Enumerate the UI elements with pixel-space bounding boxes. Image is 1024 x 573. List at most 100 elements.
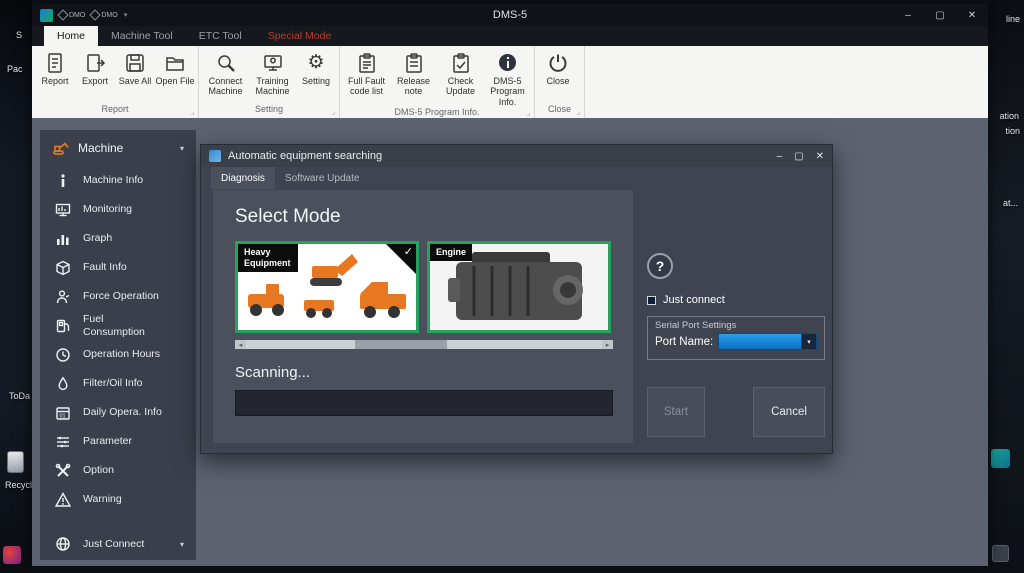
sidebar-item-label: Graph [83,232,112,244]
desktop-fragment-label: ToDa [9,391,30,401]
report-button[interactable]: Report [35,47,75,104]
parameter-list-icon [52,434,74,450]
tab-software-update[interactable]: Software Update [275,167,370,189]
serial-port-settings-label: Serial Port Settings [655,320,736,331]
sidebar-footer-just-connect[interactable]: Just Connect ▾ [40,530,196,554]
sidebar-item-force-operation[interactable]: Force Operation [40,282,196,311]
tab-diagnosis[interactable]: Diagnosis [211,167,275,189]
card-label: Engine [430,244,472,261]
sidebar-item-label: Warning [83,493,122,505]
sidebar-item-daily-operation-info[interactable]: 01 Daily Opera. Info [40,398,196,427]
dialog-close-button[interactable]: ✕ [816,151,824,162]
maximize-button[interactable]: ▢ [924,4,956,26]
sidebar-item-machine-info[interactable]: Machine Info [40,166,196,195]
mode-card-engine[interactable]: Engine ✓ [427,241,611,333]
card-label: Heavy Equipment [238,244,298,272]
automatic-equipment-searching-dialog: Automatic equipment searching – ▢ ✕ Diag… [200,144,833,454]
window-controls: – ▢ ✕ [892,4,988,26]
dialog-title-bar[interactable]: Automatic equipment searching – ▢ ✕ [201,145,832,167]
combobox-dropdown-button[interactable]: ▾ [801,334,816,349]
pen-icon [90,9,101,20]
full-fault-code-list-button[interactable]: Full Fault code list [343,47,390,107]
scroll-right-arrow[interactable]: ▸ [602,340,613,349]
sidebar-item-warning[interactable]: Warning [40,485,196,514]
scroll-left-arrow[interactable]: ◂ [235,340,246,349]
desktop-app-icon[interactable] [991,449,1010,468]
dialog-minimize-button[interactable]: – [777,151,783,162]
cancel-button[interactable]: Cancel [753,387,825,437]
sidebar-item-parameter[interactable]: Parameter [40,427,196,456]
desktop-app-icon[interactable] [992,545,1009,562]
export-button[interactable]: Export [75,47,115,104]
training-machine-button[interactable]: Training Machine [249,47,296,104]
fuel-pump-icon [52,318,74,334]
sidebar-item-fault-info[interactable]: Fault Info [40,253,196,282]
dialog-launcher-icon[interactable]: ⌟ [332,108,335,116]
connect-machine-button[interactable]: Connect Machine [202,47,249,104]
sidebar-footer-label: Just Connect [83,538,144,550]
port-name-label: Port Name: [655,336,713,348]
chevron-down-icon[interactable]: ▾ [180,144,184,153]
sidebar-item-operation-hours[interactable]: Operation Hours [40,340,196,369]
desktop-fragment-label: S [16,30,22,40]
release-note-button[interactable]: Release note [390,47,437,107]
dms5-program-info-button[interactable]: DMS-5 Program Info. [484,47,531,107]
sidebar-item-label: Machine Info [83,174,143,186]
setting-button[interactable]: ⚙ Setting [296,47,336,104]
close-app-button[interactable]: Close [538,47,578,104]
mode-card-heavy-equipment[interactable]: Heavy Equipment ✓ [235,241,419,333]
window-title: DMS-5 [32,9,988,21]
help-button[interactable]: ? [647,253,673,279]
sidebar-item-option[interactable]: Option [40,456,196,485]
chevron-down-icon[interactable]: ▾ [180,540,184,549]
mode-cards: Heavy Equipment ✓ [235,241,633,333]
ribbon-empty-area [585,46,988,118]
tab-machine-tool[interactable]: Machine Tool [98,26,186,46]
title-bar[interactable]: DMO DMO ▾ DMS-5 – ▢ ✕ [32,4,988,26]
check-update-button[interactable]: Check Update [437,47,484,107]
cards-horizontal-scrollbar[interactable]: ◂ ▸ [235,340,613,349]
quick-access-item[interactable]: DMO [91,11,117,19]
export-icon [84,50,106,75]
tab-special-mode[interactable]: Special Mode [255,26,345,46]
clipboard-check-icon [450,50,472,75]
power-icon [547,50,569,75]
just-connect-checkbox[interactable] [647,296,656,305]
calendar-icon: 01 [52,405,74,421]
app-icon[interactable] [40,9,53,22]
recycle-bin-icon[interactable] [7,451,24,473]
desktop-app-icon[interactable] [3,546,21,564]
desktop-fragment-label: tion [1005,126,1020,136]
connection-settings-column: ? Just connect Serial Port Settings Port… [647,253,825,360]
quick-access-item[interactable]: DMO [59,11,85,19]
sidebar-item-fuel-consumption[interactable]: Fuel Consumption [40,311,196,340]
sidebar-header-machine[interactable]: Machine ▾ [40,138,196,166]
dialog-launcher-icon[interactable]: ⌟ [577,108,580,116]
tab-etc-tool[interactable]: ETC Tool [186,26,255,46]
ribbon-group-setting: Connect Machine Training Machine ⚙ Setti… [199,46,340,118]
sidebar-item-graph[interactable]: Graph [40,224,196,253]
sidebar-item-label: Filter/Oil Info [83,377,143,389]
desktop-fragment-label: at... [1003,198,1018,208]
dialog-maximize-button[interactable]: ▢ [794,151,803,162]
button-label: Save All [119,76,152,86]
start-button[interactable]: Start [647,387,705,437]
open-file-button[interactable]: Open File [155,47,195,104]
button-label: Report [41,76,68,86]
tools-icon [52,463,74,479]
port-name-row: Port Name: ▾ [655,333,817,350]
tab-home[interactable]: Home [44,26,98,46]
minimize-button[interactable]: – [892,4,924,26]
scrollbar-thumb[interactable] [355,340,447,349]
dialog-launcher-icon[interactable]: ⌟ [191,108,194,116]
chevron-down-icon[interactable]: ▾ [124,11,128,19]
dialog-launcher-icon[interactable]: ⌟ [527,109,530,117]
save-all-button[interactable]: Save All [115,47,155,104]
port-name-combobox[interactable]: ▾ [718,333,817,350]
close-button[interactable]: ✕ [956,4,988,26]
just-connect-row[interactable]: Just connect [647,294,825,306]
sidebar-item-monitoring[interactable]: Monitoring [40,195,196,224]
quick-access-toolbar: DMO DMO ▾ [32,9,127,22]
sidebar-item-label: Fault Info [83,261,127,273]
sidebar-item-filter-oil-info[interactable]: Filter/Oil Info [40,369,196,398]
